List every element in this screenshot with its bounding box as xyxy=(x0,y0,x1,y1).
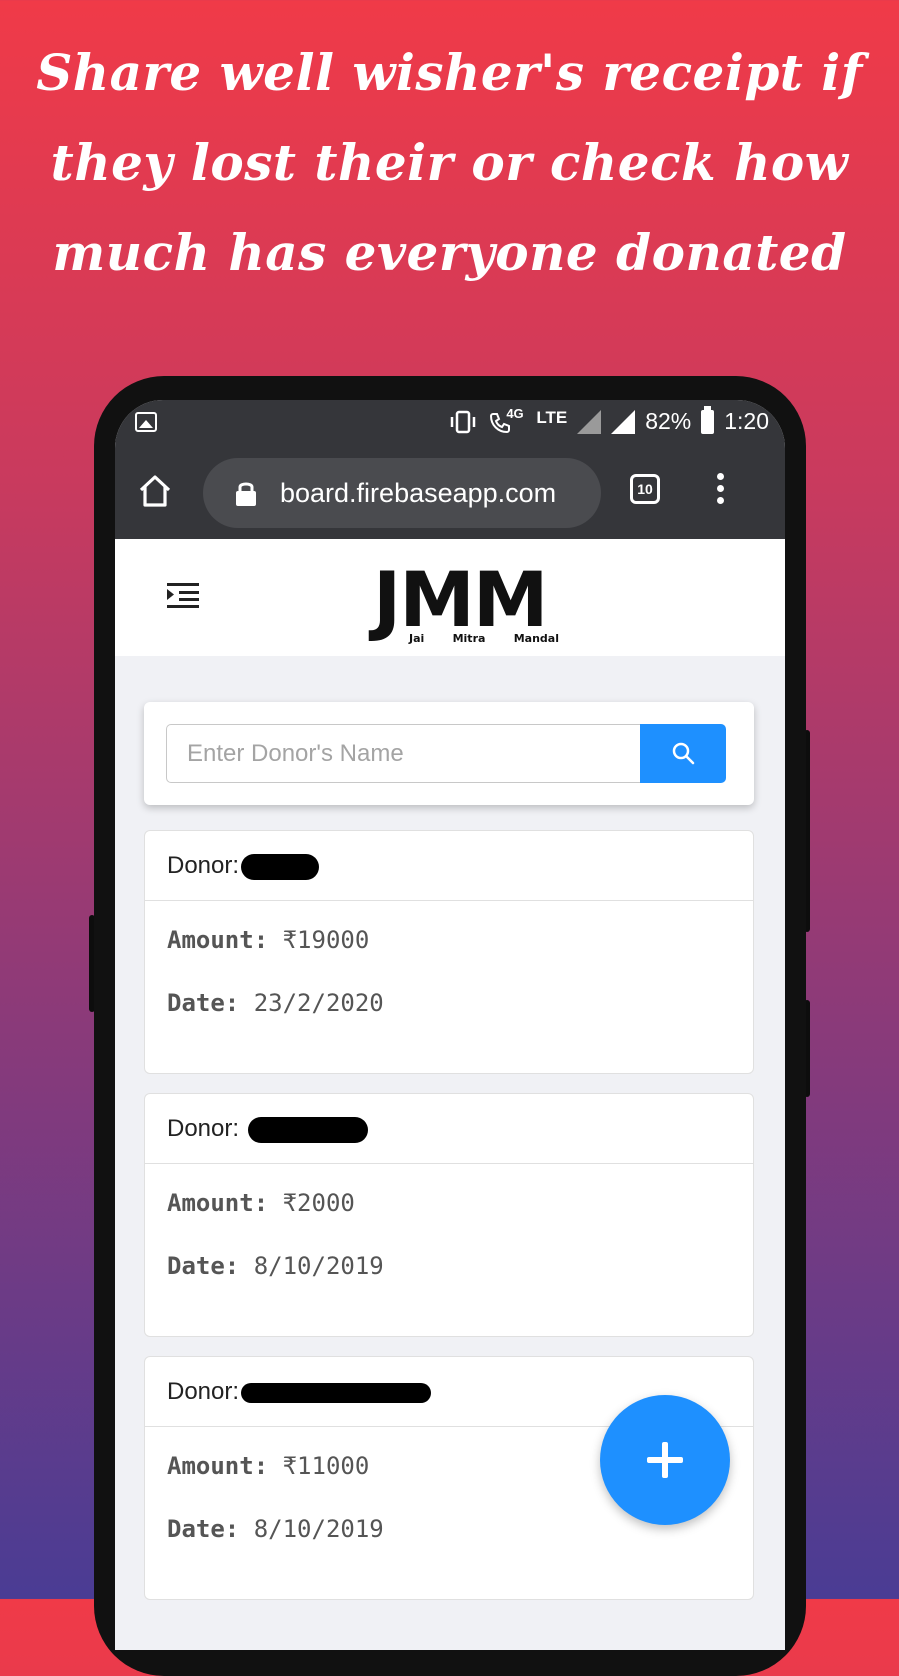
amount-label: Amount: xyxy=(167,1189,269,1217)
promo-headline: Share well wisher's receipt if they lost… xyxy=(36,43,863,282)
signal-sim2-icon xyxy=(611,409,636,434)
menu-indent-icon[interactable] xyxy=(167,581,199,609)
logo-word: Jai xyxy=(409,632,425,645)
donor-label: Donor: xyxy=(167,1115,240,1142)
vibrate-icon xyxy=(451,410,476,433)
logo-letters: JMM xyxy=(373,555,549,644)
date-label: Date: xyxy=(167,989,240,1017)
add-donation-button[interactable] xyxy=(600,1395,730,1525)
date-row: Date: 8/10/2019 xyxy=(167,1515,384,1543)
amount-label: Amount: xyxy=(167,1452,269,1480)
date-value: 8/10/2019 xyxy=(253,1252,384,1280)
jmm-logo: JMM Jai Mitra Mandal xyxy=(373,560,563,646)
donation-card[interactable]: Donor: Amount: ₹2000 Date: 8/10/2019 xyxy=(144,1093,754,1337)
status-icons: 4G LTE 82% 1:20 xyxy=(448,405,769,435)
lock-icon xyxy=(236,482,256,506)
donor-label: Donor: xyxy=(167,1378,240,1405)
battery-percent: 82% xyxy=(645,408,692,434)
date-row: Date: 8/10/2019 xyxy=(167,1252,384,1280)
battery-icon xyxy=(701,405,715,434)
amount-row: Amount: ₹19000 xyxy=(167,926,369,954)
amount-value: ₹19000 xyxy=(282,926,370,954)
date-value: 23/2/2020 xyxy=(253,989,384,1017)
search-button[interactable] xyxy=(640,724,726,783)
url-text: board.firebaseapp.com xyxy=(280,478,557,508)
home-icon[interactable] xyxy=(137,473,173,509)
amount-label: Amount: xyxy=(167,926,269,954)
amount-value: ₹11000 xyxy=(282,1452,370,1480)
date-value: 8/10/2019 xyxy=(253,1515,384,1543)
donation-card[interactable]: Donor: Amount: ₹19000 Date: 23/2/2020 xyxy=(144,830,754,1074)
lte-label: LTE xyxy=(536,407,568,427)
redacted-donor-name xyxy=(247,1116,368,1143)
logo-word: Mandal xyxy=(513,632,559,645)
redacted-donor-name xyxy=(241,853,320,880)
date-label: Date: xyxy=(167,1515,240,1543)
donor-header: Donor: xyxy=(145,831,753,901)
gallery-notification-icon xyxy=(135,412,157,432)
network-type-label: 4G xyxy=(506,405,524,421)
phone-screen: 4G LTE 82% 1:20 board.firebaseapp.com 10 xyxy=(115,400,785,1650)
address-bar[interactable]: board.firebaseapp.com xyxy=(203,458,601,528)
donor-label: Donor: xyxy=(167,852,240,879)
date-row: Date: 23/2/2020 xyxy=(167,989,384,1017)
search-icon xyxy=(672,742,695,765)
amount-row: Amount: ₹2000 xyxy=(167,1189,355,1217)
donor-search-input[interactable] xyxy=(166,724,640,783)
date-label: Date: xyxy=(167,1252,240,1280)
browser-toolbar: board.firebaseapp.com 10 xyxy=(115,445,785,539)
redacted-donor-name xyxy=(241,1382,432,1403)
logo-word: Mitra xyxy=(452,632,486,645)
donor-header: Donor: xyxy=(145,1094,753,1164)
amount-value: ₹2000 xyxy=(282,1189,355,1217)
search-card xyxy=(144,702,754,805)
signal-sim1-icon xyxy=(577,409,602,434)
plus-icon xyxy=(647,1442,683,1478)
status-bar: 4G LTE 82% 1:20 xyxy=(115,400,785,445)
logo-subtitle: Jai Mitra Mandal xyxy=(409,632,559,645)
app-header: JMM Jai Mitra Mandal xyxy=(115,539,785,656)
clock: 1:20 xyxy=(724,408,769,434)
tab-switcher-button[interactable]: 10 xyxy=(630,474,660,504)
amount-row: Amount: ₹11000 xyxy=(167,1452,369,1480)
more-options-icon[interactable] xyxy=(715,473,725,513)
